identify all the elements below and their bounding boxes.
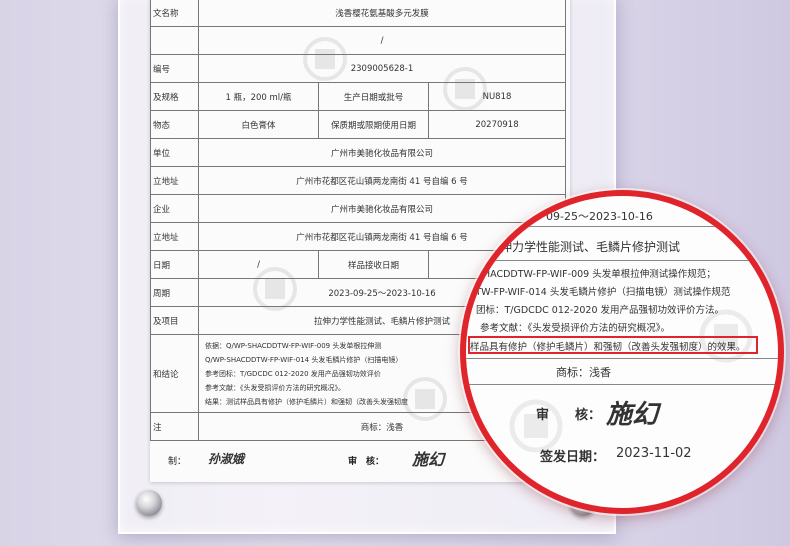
row-value: / — [198, 26, 566, 55]
row-value: 白色膏体 — [198, 110, 319, 139]
row-label — [150, 26, 199, 55]
row-value: 广州市美驰化妆品有限公司 — [198, 194, 566, 223]
magnified-test-items: 拉伸力学性能测试、毛鳞片修护测试 — [488, 240, 681, 254]
review-signature: 施幻 — [606, 400, 659, 430]
row-label: 及项目 — [150, 306, 199, 335]
compiler-label: 制： — [168, 457, 187, 467]
row-value: 广州市花都区花山镇两龙南街 41 号自编 6 号 — [198, 166, 566, 195]
magnifier-circle: 09-25～2023-10-16 拉伸力学性能测试、毛鳞片修护测试 P-SHAC… — [460, 190, 784, 514]
table-divider — [466, 226, 778, 227]
row-value-2: NU818 — [428, 82, 566, 111]
row-value: 浅香樱花氨基酸多元发膜 — [198, 0, 566, 27]
table-divider — [466, 358, 778, 359]
review-label: 审 核： — [536, 408, 602, 423]
row-label: 编号 — [150, 54, 199, 83]
reviewer-label: 审 核： — [348, 457, 385, 467]
row-label: 企业 — [150, 194, 199, 223]
row-label: 及规格 — [150, 82, 199, 111]
table-row: 文名称 浅香樱花氨基酸多元发膜 — [150, 0, 566, 27]
table-row: 企业 广州市美驰化妆品有限公司 — [150, 194, 566, 223]
conclusion-label: 和结论 — [150, 334, 199, 413]
table-row: 立地址 广州市花都区花山镇两龙南街 41 号自编 6 号 — [150, 166, 566, 195]
row-value: / — [198, 250, 319, 279]
magnified-basis-line: P-SHACDDTW-FP-WIF-009 头发单根拉伸测试操作规范； — [468, 269, 716, 280]
magnified-reference-line: 参考文献：《头发受损评价方法的研究概况》。 — [480, 323, 671, 334]
table-row: 及规格 1 瓶，200 ml/瓶 生产日期或批号 NU818 — [150, 82, 566, 111]
magnified-period: 09-25～2023-10-16 — [546, 210, 653, 223]
compiler-signature: 孙淑娥 — [208, 452, 245, 466]
note-label: 注 — [150, 412, 199, 441]
row-value-2: 20270918 — [428, 110, 566, 139]
magnified-trademark: 商标：浅香 — [556, 366, 611, 379]
magnified-basis-line: DTW-FP-WIF-014 头发毛鳞片修护（扫描电镜）测试操作规范 — [468, 287, 731, 298]
table-row: 单位 广州市美驰化妆品有限公司 — [150, 138, 566, 167]
row-label: 周期 — [150, 278, 199, 307]
result-highlight-box — [468, 336, 758, 354]
row-label: 立地址 — [150, 166, 199, 195]
row-label: 单位 — [150, 138, 199, 167]
table-row: 物态 白色膏体 保质期或限期使用日期 20270918 — [150, 110, 566, 139]
table-divider — [466, 384, 778, 385]
row-label: 立地址 — [150, 222, 199, 251]
row-value: 2309005628-1 — [198, 54, 566, 83]
row-value: 广州市美驰化妆品有限公司 — [198, 138, 566, 167]
reviewer-signature: 施幻 — [412, 450, 445, 469]
row-label: 物态 — [150, 110, 199, 139]
table-row: 编号 2309005628-1 — [150, 54, 566, 83]
issue-date-label: 签发日期： — [540, 450, 606, 465]
table-row: / — [150, 26, 566, 55]
row-label: 日期 — [150, 250, 199, 279]
magnified-basis-line: 团标：T/GDCDC 012-2020 发用产品强韧功效评价方法。 — [476, 305, 725, 316]
table-divider — [466, 260, 778, 261]
row-label-2: 样品接收日期 — [318, 250, 429, 279]
row-value: 1 瓶，200 ml/瓶 — [198, 82, 319, 111]
frame-screw-left — [136, 490, 162, 516]
row-label-2: 生产日期或批号 — [318, 82, 429, 111]
issue-date-value: 2023-11-02 — [616, 446, 692, 461]
row-label-2: 保质期或限期使用日期 — [318, 110, 429, 139]
row-label: 文名称 — [150, 0, 199, 27]
